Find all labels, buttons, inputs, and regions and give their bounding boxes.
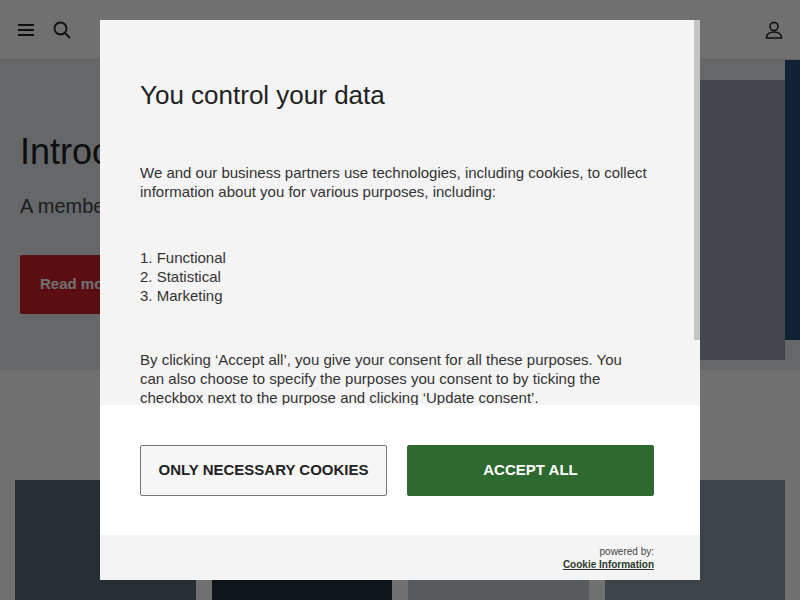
consent-content: You control your data We and our busines… xyxy=(100,20,700,405)
scrollbar-thumb[interactable] xyxy=(694,20,700,340)
accept-all-button[interactable]: ACCEPT ALL xyxy=(407,445,654,496)
action-bar: ONLY NECESSARY COOKIES ACCEPT ALL xyxy=(100,405,700,535)
intro-text: We and our business partners use technol… xyxy=(140,163,648,201)
provider-link[interactable]: Cookie Information xyxy=(100,558,654,571)
dialog-title: You control your data xyxy=(140,80,648,111)
dialog-footer: powered by: Cookie Information xyxy=(100,535,700,580)
purpose-item: 1. Functional xyxy=(140,248,648,267)
purpose-item: 2. Statistical xyxy=(140,267,648,286)
powered-by: powered by: xyxy=(100,545,654,558)
purpose-item: 3. Marketing xyxy=(140,286,648,305)
purpose-list: 1. Functional2. Statistical3. Marketing xyxy=(140,248,648,305)
necessary-cookies-button[interactable]: ONLY NECESSARY COOKIES xyxy=(140,445,387,496)
details-text: By clicking ‘Accept all’, you give your … xyxy=(140,350,648,405)
consent-dialog: You control your data We and our busines… xyxy=(100,20,700,580)
